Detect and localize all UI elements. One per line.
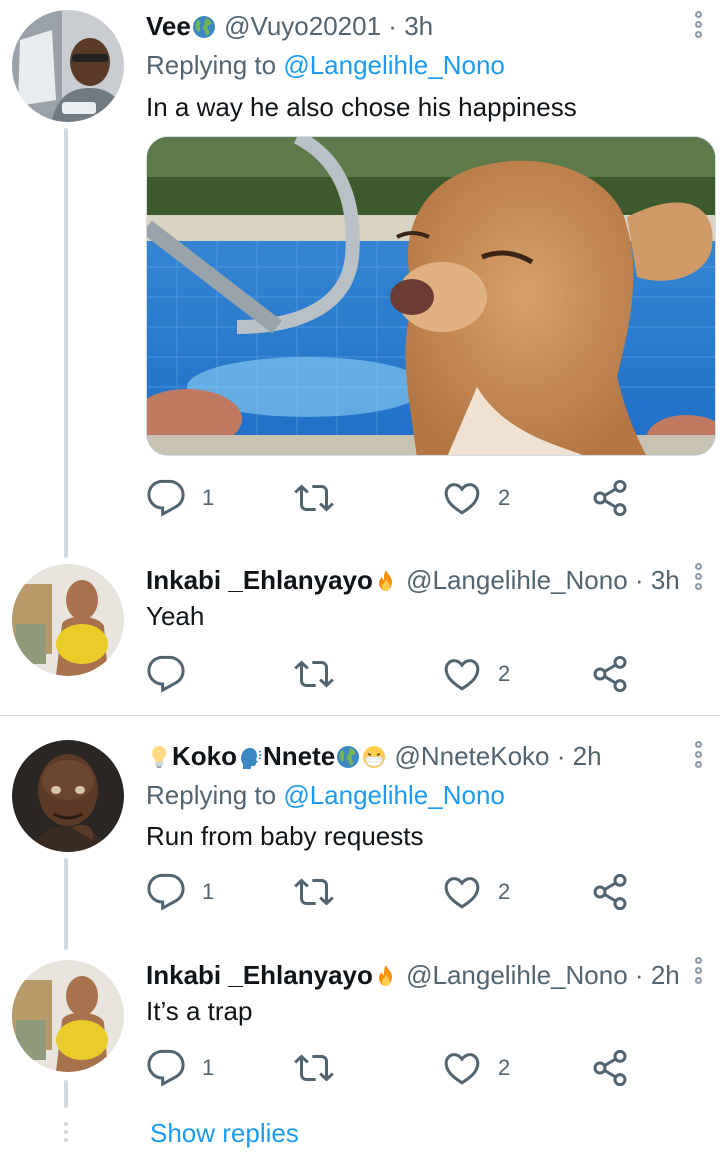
display-name[interactable]: Inkabi _Ehlanyayo [146, 960, 373, 990]
separator: · [556, 741, 566, 771]
tweet-media-image[interactable] [146, 136, 716, 456]
retweet-icon [294, 1048, 334, 1088]
more-options-icon[interactable] [692, 956, 704, 996]
like-button[interactable]: 2 [442, 872, 510, 912]
like-count: 2 [498, 661, 511, 686]
avatar[interactable] [12, 10, 124, 122]
more-options-icon[interactable] [692, 10, 704, 50]
reply-count: 1 [202, 879, 215, 904]
retweet-button[interactable] [294, 654, 334, 694]
retweet-icon [294, 654, 334, 694]
tweet-actions: 1 2 [146, 872, 646, 912]
retweet-button[interactable] [294, 872, 334, 912]
thread-line [64, 1080, 68, 1108]
share-icon [590, 1048, 630, 1088]
replying-to: Replying to @Langelihle_Nono [146, 780, 505, 811]
tweet-actions: 1 2 [146, 478, 646, 518]
replying-prefix: Replying to [146, 780, 284, 810]
avatar[interactable] [12, 960, 124, 1072]
replying-prefix: Replying to [146, 50, 284, 80]
share-icon [590, 478, 630, 518]
timestamp[interactable]: 3h [404, 11, 433, 41]
thread-divider [0, 715, 720, 716]
more-options-icon[interactable] [692, 562, 704, 602]
globe-emoji-icon [336, 745, 360, 769]
like-icon [442, 654, 482, 694]
tweet-actions: 2 [146, 654, 646, 694]
share-icon [590, 872, 630, 912]
more-options-icon[interactable] [692, 740, 704, 780]
share-button[interactable] [590, 478, 630, 518]
like-icon [442, 872, 482, 912]
replying-to-link[interactable]: @Langelihle_Nono [283, 780, 505, 810]
user-handle[interactable]: @Langelihle_Nono [406, 565, 628, 595]
thread-line [64, 858, 68, 950]
share-icon [590, 654, 630, 694]
like-count: 2 [498, 1055, 511, 1080]
lightbulb-emoji-icon [147, 745, 171, 769]
retweet-icon [294, 478, 334, 518]
replying-to: Replying to @Langelihle_Nono [146, 50, 505, 81]
reply-icon [146, 654, 186, 694]
tweet-text: Yeah [146, 601, 205, 631]
avatar[interactable] [12, 564, 124, 676]
like-button[interactable]: 2 [442, 478, 510, 518]
replying-to-link[interactable]: @Langelihle_Nono [283, 50, 505, 80]
show-replies-link[interactable]: Show replies [150, 1118, 299, 1149]
retweet-button[interactable] [294, 478, 334, 518]
tweet-text: It’s a trap [146, 996, 253, 1026]
reply-icon [146, 1048, 186, 1088]
reply-icon [146, 872, 186, 912]
separator: · [634, 565, 644, 595]
tweet-actions: 1 2 [146, 1048, 646, 1088]
separator: · [388, 11, 397, 41]
tweet-header: Inkabi _Ehlanyayo @Langelihle_Nono · 2h [146, 955, 680, 995]
tweet-text: Run from baby requests [146, 821, 424, 851]
retweet-button[interactable] [294, 1048, 334, 1088]
reply-button[interactable]: 1 [146, 872, 214, 912]
timestamp[interactable]: 3h [651, 565, 680, 595]
share-button[interactable] [590, 1048, 630, 1088]
tweet-header: Vee @Vuyo20201 · 3h [146, 6, 433, 46]
display-name-part[interactable]: Koko [172, 741, 237, 771]
display-name[interactable]: Inkabi _Ehlanyayo [146, 565, 373, 595]
like-icon [442, 478, 482, 518]
timestamp[interactable]: 2h [573, 741, 602, 771]
share-button[interactable] [590, 654, 630, 694]
reply-count: 1 [202, 1055, 215, 1080]
globe-emoji-icon [192, 15, 216, 39]
reply-button[interactable]: 1 [146, 1048, 214, 1088]
timestamp[interactable]: 2h [651, 960, 680, 990]
retweet-icon [294, 872, 334, 912]
like-button[interactable]: 2 [442, 654, 510, 694]
reply-count: 1 [202, 485, 215, 510]
avatar[interactable] [12, 740, 124, 852]
display-name[interactable]: Vee [146, 11, 191, 41]
collapsed-thread-dots [64, 1122, 68, 1146]
tweet-header: Inkabi _Ehlanyayo @Langelihle_Nono · 3h [146, 560, 680, 600]
display-name-part[interactable]: Nnete [263, 741, 335, 771]
fire-emoji-icon [374, 569, 398, 593]
share-button[interactable] [590, 872, 630, 912]
tweet-header: Koko Nnete @NneteKoko · 2h [146, 736, 602, 776]
user-handle[interactable]: @Langelihle_Nono [406, 960, 628, 990]
like-button[interactable]: 2 [442, 1048, 510, 1088]
tweet-text: In a way he also chose his happiness [146, 92, 577, 122]
like-count: 2 [498, 879, 511, 904]
like-count: 2 [498, 485, 511, 510]
reply-icon [146, 478, 186, 518]
user-handle[interactable]: @NneteKoko [394, 741, 549, 771]
thread-line [64, 128, 68, 558]
user-handle[interactable]: @Vuyo20201 [224, 11, 381, 41]
reply-button[interactable] [146, 654, 186, 694]
reply-button[interactable]: 1 [146, 478, 214, 518]
mask-face-emoji-icon [362, 745, 386, 769]
like-icon [442, 1048, 482, 1088]
fire-emoji-icon [374, 964, 398, 988]
separator: · [634, 960, 644, 990]
speaking-head-emoji-icon [238, 745, 262, 769]
